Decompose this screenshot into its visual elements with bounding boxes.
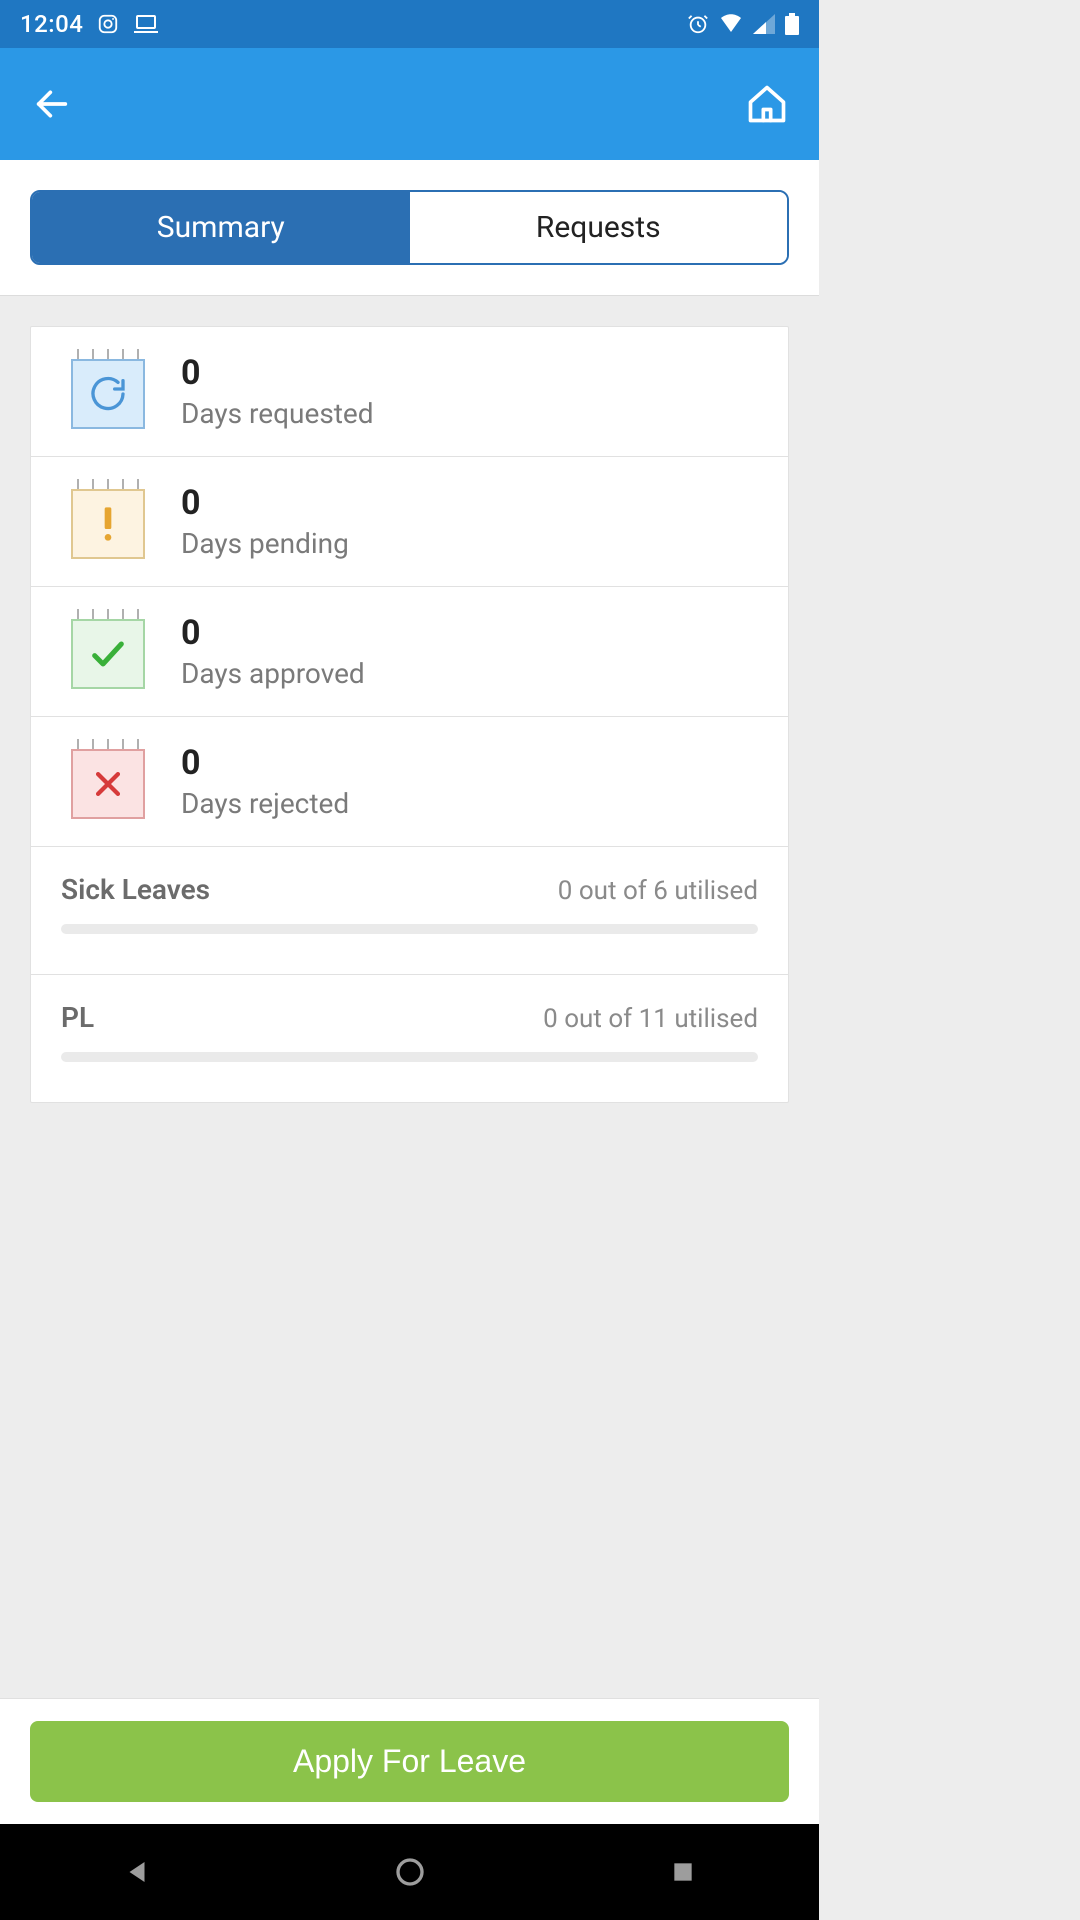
leave-row-sick: Sick Leaves 0 out of 6 utilised <box>31 847 788 975</box>
stat-requested-label: Days requested <box>181 397 374 430</box>
stat-pending-label: Days pending <box>181 527 349 560</box>
instagram-icon <box>97 13 119 35</box>
leave-pl-progress <box>61 1052 758 1062</box>
leave-pl-util: 0 out of 11 utilised <box>543 1004 758 1034</box>
stat-approved-label: Days approved <box>181 657 365 690</box>
tab-summary[interactable]: Summary <box>32 192 410 263</box>
nav-recent-button[interactable] <box>653 1842 713 1902</box>
triangle-back-icon <box>122 1857 152 1887</box>
nav-back-button[interactable] <box>107 1842 167 1902</box>
calendar-pending-icon <box>71 485 145 559</box>
apply-for-leave-button[interactable]: Apply For Leave <box>30 1721 789 1802</box>
android-status-bar: 12:04 <box>0 0 819 48</box>
stat-row-approved: 0 Days approved <box>31 587 788 717</box>
stat-rejected-value: 0 <box>181 743 349 783</box>
tabs-container: Summary Requests <box>0 160 819 296</box>
calendar-requested-icon <box>71 355 145 429</box>
circle-home-icon <box>394 1856 426 1888</box>
square-recent-icon <box>670 1859 696 1885</box>
status-right-group <box>687 13 799 35</box>
back-button[interactable] <box>28 80 76 128</box>
stat-row-requested: 0 Days requested <box>31 327 788 457</box>
stat-rejected-label: Days rejected <box>181 787 349 820</box>
stat-row-rejected: 0 Days rejected <box>31 717 788 847</box>
tab-requests[interactable]: Requests <box>410 192 788 263</box>
home-button[interactable] <box>743 80 791 128</box>
wifi-icon <box>719 14 743 34</box>
stat-pending-value: 0 <box>181 483 349 523</box>
signal-icon <box>753 14 775 34</box>
stat-requested-value: 0 <box>181 353 374 393</box>
summary-card: 0 Days requested 0 Days pending <box>30 326 789 1103</box>
stat-approved-value: 0 <box>181 613 365 653</box>
leave-sick-name: Sick Leaves <box>61 873 210 906</box>
nav-home-button[interactable] <box>380 1842 440 1902</box>
home-icon <box>745 82 789 126</box>
leave-sick-util: 0 out of 6 utilised <box>558 876 758 906</box>
stat-row-pending: 0 Days pending <box>31 457 788 587</box>
leave-pl-name: PL <box>61 1001 94 1034</box>
action-bar: Apply For Leave <box>0 1698 819 1824</box>
status-left-group: 12:04 <box>20 10 159 38</box>
arrow-left-icon <box>32 84 72 124</box>
android-nav-bar <box>0 1824 819 1920</box>
alarm-icon <box>687 13 709 35</box>
laptop-icon <box>133 13 159 35</box>
tabs-segmented-control: Summary Requests <box>30 190 789 265</box>
leave-sick-progress <box>61 924 758 934</box>
app-header <box>0 48 819 160</box>
battery-icon <box>785 13 799 35</box>
calendar-rejected-icon <box>71 745 145 819</box>
content-area: 0 Days requested 0 Days pending <box>0 296 819 1133</box>
status-time: 12:04 <box>20 10 83 38</box>
leave-row-pl: PL 0 out of 11 utilised <box>31 975 788 1102</box>
calendar-approved-icon <box>71 615 145 689</box>
